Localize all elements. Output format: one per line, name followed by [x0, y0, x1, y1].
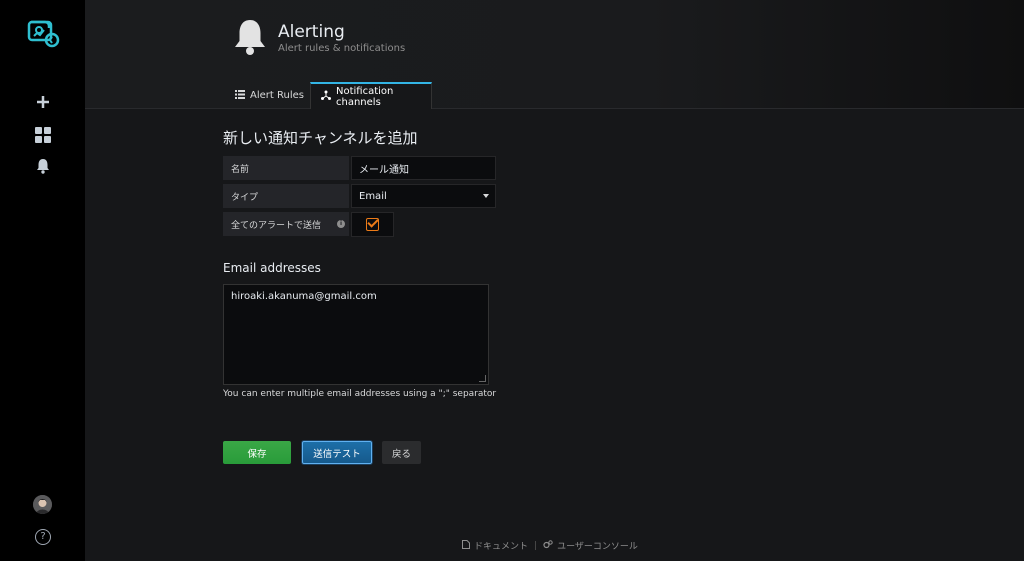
info-icon[interactable]: i: [337, 220, 345, 228]
send-all-checkbox[interactable]: [366, 218, 379, 231]
save-button[interactable]: 保存: [223, 441, 291, 464]
bell-icon[interactable]: [31, 154, 55, 178]
bell-icon: [233, 18, 267, 56]
footer-docs-link[interactable]: ドキュメント: [474, 539, 528, 552]
form-title: 新しい通知チャンネルを追加: [223, 129, 418, 147]
name-field[interactable]: メール通知: [351, 156, 496, 180]
type-label: タイプ: [223, 184, 349, 208]
sidebar: ?: [0, 0, 85, 561]
tab-label: Notification channels: [336, 85, 394, 108]
document-icon: [462, 539, 470, 552]
share-icon: [321, 90, 331, 103]
footer-console-link[interactable]: ユーザーコンソール: [557, 539, 638, 552]
resize-handle-icon[interactable]: [479, 375, 486, 382]
cogs-icon: [543, 539, 553, 552]
name-label: 名前: [223, 156, 349, 180]
plus-icon[interactable]: [31, 90, 55, 114]
type-select-value: Email: [359, 190, 387, 202]
email-section-title: Email addresses: [223, 261, 321, 275]
dashboards-icon[interactable]: [31, 123, 55, 147]
list-icon: [235, 89, 245, 102]
send-all-label: 全てのアラートで送信: [223, 212, 349, 236]
send-test-button[interactable]: 送信テスト: [302, 441, 372, 464]
page-subtitle: Alert rules & notifications: [278, 43, 406, 54]
tab-label: Alert Rules: [250, 90, 304, 101]
email-addresses-value: hiroaki.akanuma@gmail.com: [231, 291, 377, 302]
type-select[interactable]: Email: [351, 184, 496, 208]
email-hint: You can enter multiple email addresses u…: [223, 389, 497, 399]
tab-alert-rules[interactable]: Alert Rules: [225, 82, 314, 109]
back-button[interactable]: 戻る: [382, 441, 421, 464]
footer-separator: |: [534, 540, 538, 551]
footer: ドキュメント | ユーザーコンソール: [462, 539, 638, 552]
page-header: Alerting Alert rules & notifications Ale…: [85, 0, 1024, 109]
send-all-checkbox-wrap: [351, 212, 394, 237]
page-title: Alerting: [278, 22, 345, 42]
caret-down-icon: [483, 194, 489, 198]
grafana-logo-icon[interactable]: [25, 14, 61, 50]
tab-notification-channels[interactable]: Notification channels: [310, 82, 432, 109]
help-icon[interactable]: ?: [35, 529, 51, 545]
send-all-label-text: 全てのアラートで送信: [231, 220, 322, 231]
avatar[interactable]: [33, 495, 52, 514]
email-addresses-textarea[interactable]: hiroaki.akanuma@gmail.com: [223, 284, 489, 385]
